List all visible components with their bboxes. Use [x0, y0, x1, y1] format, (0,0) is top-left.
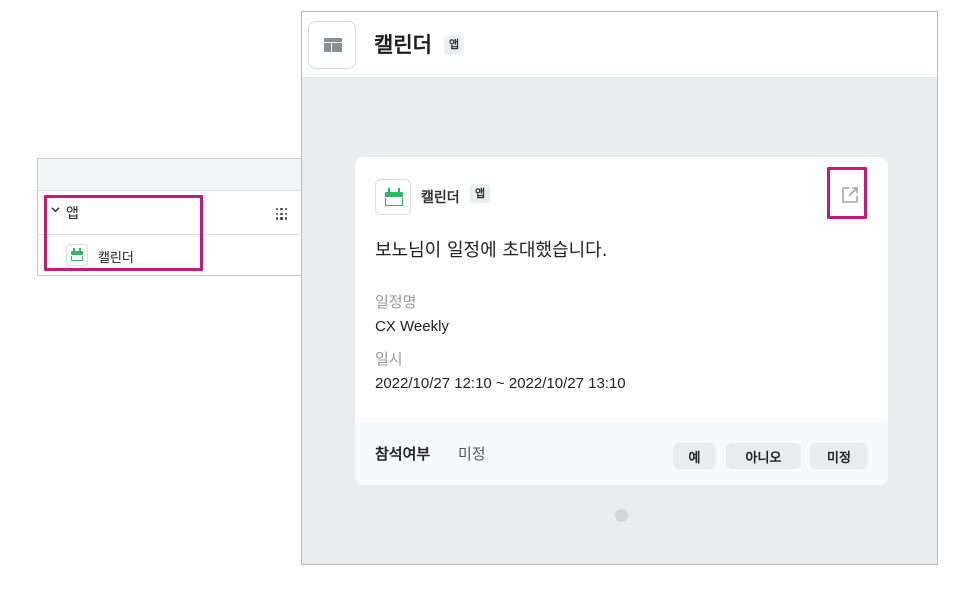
layout-toggle-button[interactable]: [308, 21, 356, 69]
page-title: 캘린더: [374, 33, 432, 57]
event-time-value: 2022/10/27 12:10 ~ 2022/10/27 13:10: [375, 375, 626, 392]
sidebar-panel: 앱 캘린더: [37, 158, 302, 276]
rsvp-status: 미정: [458, 445, 486, 463]
pager-dot[interactable]: [615, 509, 628, 522]
calendar-icon: [66, 244, 88, 266]
rsvp-undecided-button[interactable]: 미정: [810, 443, 868, 469]
card-app-name: 캘린더: [421, 190, 460, 206]
card-message: 보노님이 일정에 초대했습니다.: [375, 240, 608, 261]
calendar-icon: [375, 179, 411, 215]
invitation-card: 캘린더 앱 보노님이 일정에 초대했습니다. 일정명 CX Weekly 일시 …: [355, 157, 888, 485]
sidebar-section-apps[interactable]: 앱: [38, 191, 302, 235]
sidebar-item-calendar[interactable]: 캘린더: [38, 235, 302, 275]
event-time-label: 일시: [375, 350, 403, 368]
external-link-icon[interactable]: [841, 186, 859, 204]
main-header: 캘린더 앱: [302, 12, 937, 78]
event-name-label: 일정명: [375, 293, 417, 311]
grid-dots-icon[interactable]: [276, 208, 288, 220]
sidebar-topbar: [38, 159, 302, 191]
rsvp-no-button[interactable]: 아니오: [726, 443, 801, 469]
app-badge: 앱: [444, 36, 465, 54]
sidebar-item-label: 캘린더: [98, 251, 134, 266]
sidebar-section-label: 앱: [66, 206, 79, 222]
rsvp-label: 참석여부: [375, 445, 431, 463]
main-window: 캘린더 앱 캘린더 앱 보노님이 일정에 초대했습니다. 일정명 CX Week…: [301, 11, 938, 565]
rsvp-footer: 참석여부 미정 예 아니오 미정: [355, 423, 888, 485]
rsvp-yes-button[interactable]: 예: [673, 443, 716, 469]
chevron-down-icon[interactable]: [51, 204, 60, 217]
card-app-badge: 앱: [470, 185, 491, 203]
event-name-value: CX Weekly: [375, 318, 449, 335]
